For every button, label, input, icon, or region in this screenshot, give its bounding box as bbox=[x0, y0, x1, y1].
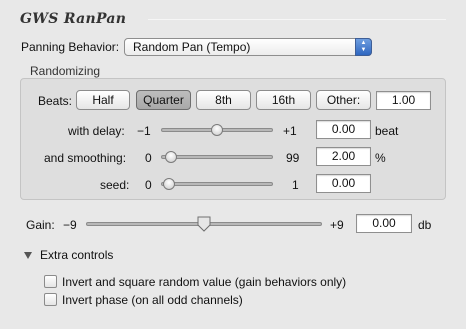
beat-button-half[interactable]: Half bbox=[76, 90, 130, 110]
beat-button-16th[interactable]: 16th bbox=[256, 90, 311, 110]
panning-behavior-value: Random Pan (Tempo) bbox=[133, 40, 251, 54]
smoothing-value-field[interactable]: 2.00 bbox=[316, 147, 371, 166]
seed-label: seed: bbox=[100, 178, 130, 192]
smoothing-slider-knob[interactable] bbox=[165, 151, 177, 163]
gain-max-label: +9 bbox=[330, 218, 344, 232]
gain-slider-knob[interactable] bbox=[197, 216, 211, 232]
gain-value-field[interactable]: 0.00 bbox=[356, 214, 412, 233]
panning-behavior-popup[interactable]: Random Pan (Tempo) ▲ ▼ bbox=[124, 38, 372, 56]
gain-label: Gain: bbox=[26, 218, 55, 232]
popup-arrows-icon[interactable]: ▲ ▼ bbox=[355, 38, 372, 56]
beat-button-quarter[interactable]: Quarter bbox=[136, 90, 191, 110]
smoothing-unit-label: % bbox=[375, 151, 386, 165]
seed-slider-knob[interactable] bbox=[163, 178, 175, 190]
extra-controls-label[interactable]: Extra controls bbox=[40, 248, 113, 262]
smoothing-label: and smoothing: bbox=[44, 151, 127, 165]
title-divider bbox=[148, 19, 446, 20]
beats-value-field[interactable]: 1.00 bbox=[376, 91, 431, 110]
delay-slider-knob[interactable] bbox=[211, 124, 223, 136]
invert-phase-label[interactable]: Invert phase (on all odd channels) bbox=[62, 293, 243, 307]
randomizing-header: Randomizing bbox=[30, 64, 101, 78]
delay-max-label: +1 bbox=[283, 124, 297, 138]
delay-label: with delay: bbox=[68, 124, 125, 138]
beat-button-8th[interactable]: 8th bbox=[196, 90, 251, 110]
delay-unit-label: beat bbox=[375, 124, 399, 138]
invert-square-label[interactable]: Invert and square random value (gain beh… bbox=[62, 275, 346, 289]
gain-min-label: −9 bbox=[63, 218, 77, 232]
gain-unit-label: db bbox=[418, 218, 432, 232]
seed-min-label: 0 bbox=[145, 178, 152, 192]
delay-min-label: −1 bbox=[137, 124, 151, 138]
delay-value-field[interactable]: 0.00 bbox=[316, 120, 371, 139]
invert-phase-checkbox[interactable] bbox=[44, 293, 57, 306]
plugin-title: GWS RanPan bbox=[20, 11, 127, 27]
disclosure-triangle-icon[interactable] bbox=[24, 252, 32, 259]
panning-behavior-label: Panning Behavior: bbox=[21, 40, 120, 54]
beats-label: Beats: bbox=[38, 94, 73, 108]
invert-square-checkbox[interactable] bbox=[44, 275, 57, 288]
seed-max-label: 1 bbox=[292, 178, 299, 192]
smoothing-min-label: 0 bbox=[145, 151, 152, 165]
smoothing-slider-track[interactable] bbox=[161, 155, 273, 159]
seed-slider-track[interactable] bbox=[161, 182, 273, 186]
beat-button-other[interactable]: Other: bbox=[316, 90, 371, 110]
smoothing-max-label: 99 bbox=[286, 151, 300, 165]
seed-value-field[interactable]: 0.00 bbox=[316, 174, 371, 193]
